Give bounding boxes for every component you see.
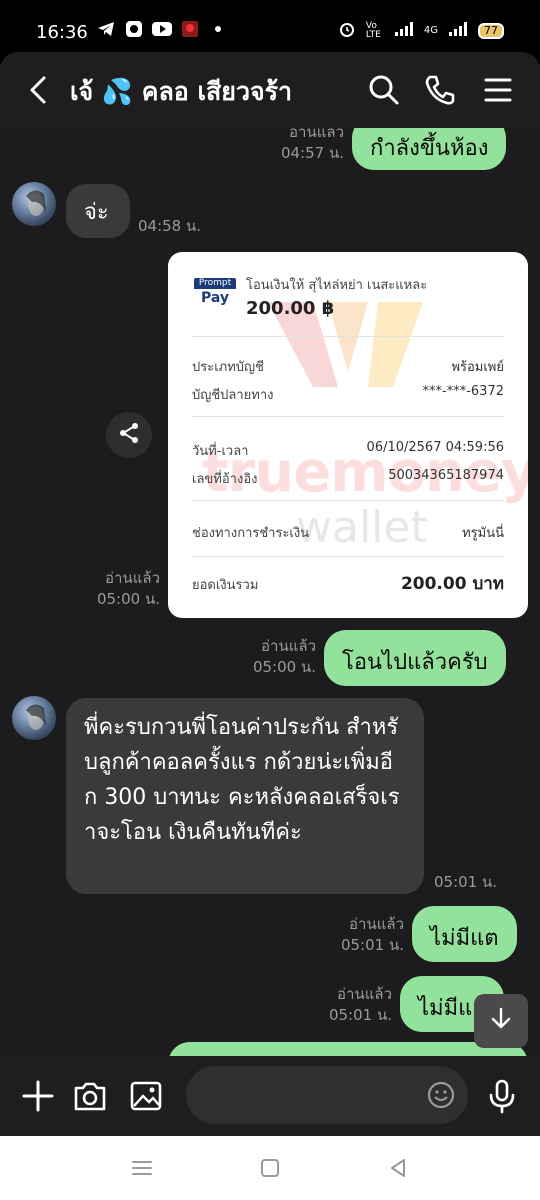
message-input-bar [0, 1056, 540, 1136]
back-button[interactable] [24, 72, 56, 108]
contact-avatar[interactable] [12, 696, 56, 740]
back-nav-icon[interactable] [386, 1156, 410, 1180]
message-time: 05:00 น. [252, 658, 316, 676]
alarm-icon [338, 20, 356, 41]
chat-title[interactable]: เจ้ 💦 คลอ เสียวจร้า [70, 72, 292, 112]
transfer-to: โอนเงินให้ สุไหล่หย่า เนสะแหละ [246, 278, 428, 293]
message-time: 05:00 น. [96, 590, 160, 608]
divider [192, 500, 504, 501]
message-bubble-in[interactable]: พี่คะรบกวนพี่โอนค่าประกัน สำหรับลูกค้าคอ… [66, 698, 424, 894]
account-type-value: พร้อมเพย์ [451, 360, 504, 375]
chat-area[interactable]: อ่านแล้ว 04:57 น. กำลังขึ้นห้อง จ่ะ 04:5… [0, 128, 540, 1056]
menu-icon[interactable] [478, 70, 518, 110]
gallery-icon[interactable] [126, 1076, 166, 1116]
signal-icon [394, 21, 414, 40]
share-icon [117, 421, 141, 449]
message-field[interactable] [186, 1066, 468, 1124]
microphone-icon[interactable] [482, 1076, 522, 1116]
ref-value: 50034365187974 [388, 468, 504, 483]
transfer-amount: 200.00 ฿ [246, 298, 335, 319]
channel-label: ช่องทางการชำระเงิน [192, 526, 310, 541]
message-time: 05:01 น. [434, 873, 498, 891]
app-icon [124, 20, 144, 38]
account-type-label: ประเภทบัญชี [192, 360, 264, 375]
network-type-label: 4G [423, 25, 438, 36]
share-button[interactable] [106, 412, 152, 458]
signal2-icon [448, 21, 468, 40]
datetime-value: 06/10/2567 04:59:56 [366, 440, 504, 455]
message-meta: อ่านแล้ว 05:01 น. [312, 914, 404, 956]
status-time: 16:36 [36, 22, 88, 43]
message-meta: อ่านแล้ว 05:00 น. [222, 636, 316, 678]
ref-label: เลขที่อ้างอิง [192, 472, 258, 487]
youtube-icon [152, 20, 172, 38]
watermark-sub: wallet [296, 502, 428, 553]
dest-account-label: บัญชีปลายทาง [192, 388, 274, 403]
message-time: 05:01 น. [328, 1006, 392, 1024]
message-bubble-out[interactable]: กำลังขึ้นห้อง [352, 128, 507, 170]
message-meta: อ่านแล้ว 05:00 น. [60, 568, 160, 610]
telegram-icon [96, 20, 116, 38]
message-time: 04:57 น. [280, 144, 344, 162]
dot-icon [208, 20, 228, 38]
battery-indicator: 77 [478, 22, 504, 39]
read-status: อ่านแล้ว [105, 569, 160, 587]
dest-account-value: ***-***-6372 [422, 384, 504, 399]
divider [192, 336, 504, 337]
message-meta: อ่านแล้ว 04:57 น. [250, 128, 344, 164]
status-system-icons: Vo LTE 4G 77 [338, 20, 504, 41]
search-icon[interactable] [364, 70, 404, 110]
datetime-label: วันที่-เวลา [192, 444, 249, 459]
message-bubble-in[interactable]: จ่ะ [66, 184, 130, 238]
home-icon[interactable] [258, 1156, 282, 1180]
recent-apps-icon[interactable] [130, 1156, 154, 1180]
chat-header: เจ้ 💦 คลอ เสียวจร้า [0, 52, 540, 128]
add-button[interactable] [18, 1076, 58, 1116]
system-nav-bar [0, 1136, 540, 1200]
read-status: อ่านแล้ว [349, 915, 404, 933]
promptpay-logo: Prompt Pay [194, 278, 236, 308]
read-status: อ่านแล้ว [261, 637, 316, 655]
total-value: 200.00 บาท [400, 574, 504, 594]
contact-avatar[interactable] [12, 182, 56, 226]
call-icon[interactable] [420, 70, 460, 110]
message-bubble-out-partial[interactable] [168, 1042, 528, 1056]
read-status: อ่านแล้ว [337, 985, 392, 1003]
read-status: อ่านแล้ว [289, 128, 344, 141]
promptpay-logo-bottom: Pay [200, 290, 230, 306]
promptpay-logo-top: Prompt [194, 278, 236, 289]
message-time: 04:58 น. [138, 217, 202, 235]
message-bubble-out[interactable]: โอนไปแล้วครับ [324, 630, 506, 686]
volte-label: Vo LTE [365, 20, 381, 40]
arrow-down-icon [487, 1005, 515, 1037]
channel-value: ทรูมันนี่ [462, 526, 504, 541]
message-meta: อ่านแล้ว 05:01 น. [300, 984, 392, 1026]
app-badge-icon [180, 20, 200, 38]
receipt-image[interactable]: truemoney wallet Prompt Pay โอนเงินให้ ส… [168, 252, 528, 618]
status-notification-icons [96, 20, 228, 38]
divider [192, 416, 504, 417]
divider [192, 556, 504, 557]
scroll-down-button[interactable] [474, 994, 528, 1048]
total-label: ยอดเงินรวม [192, 578, 259, 593]
emoji-icon[interactable] [426, 1080, 456, 1110]
message-time: 05:01 น. [340, 936, 404, 954]
camera-icon[interactable] [70, 1076, 110, 1116]
message-bubble-out[interactable]: ไม่มีแต [412, 906, 517, 962]
